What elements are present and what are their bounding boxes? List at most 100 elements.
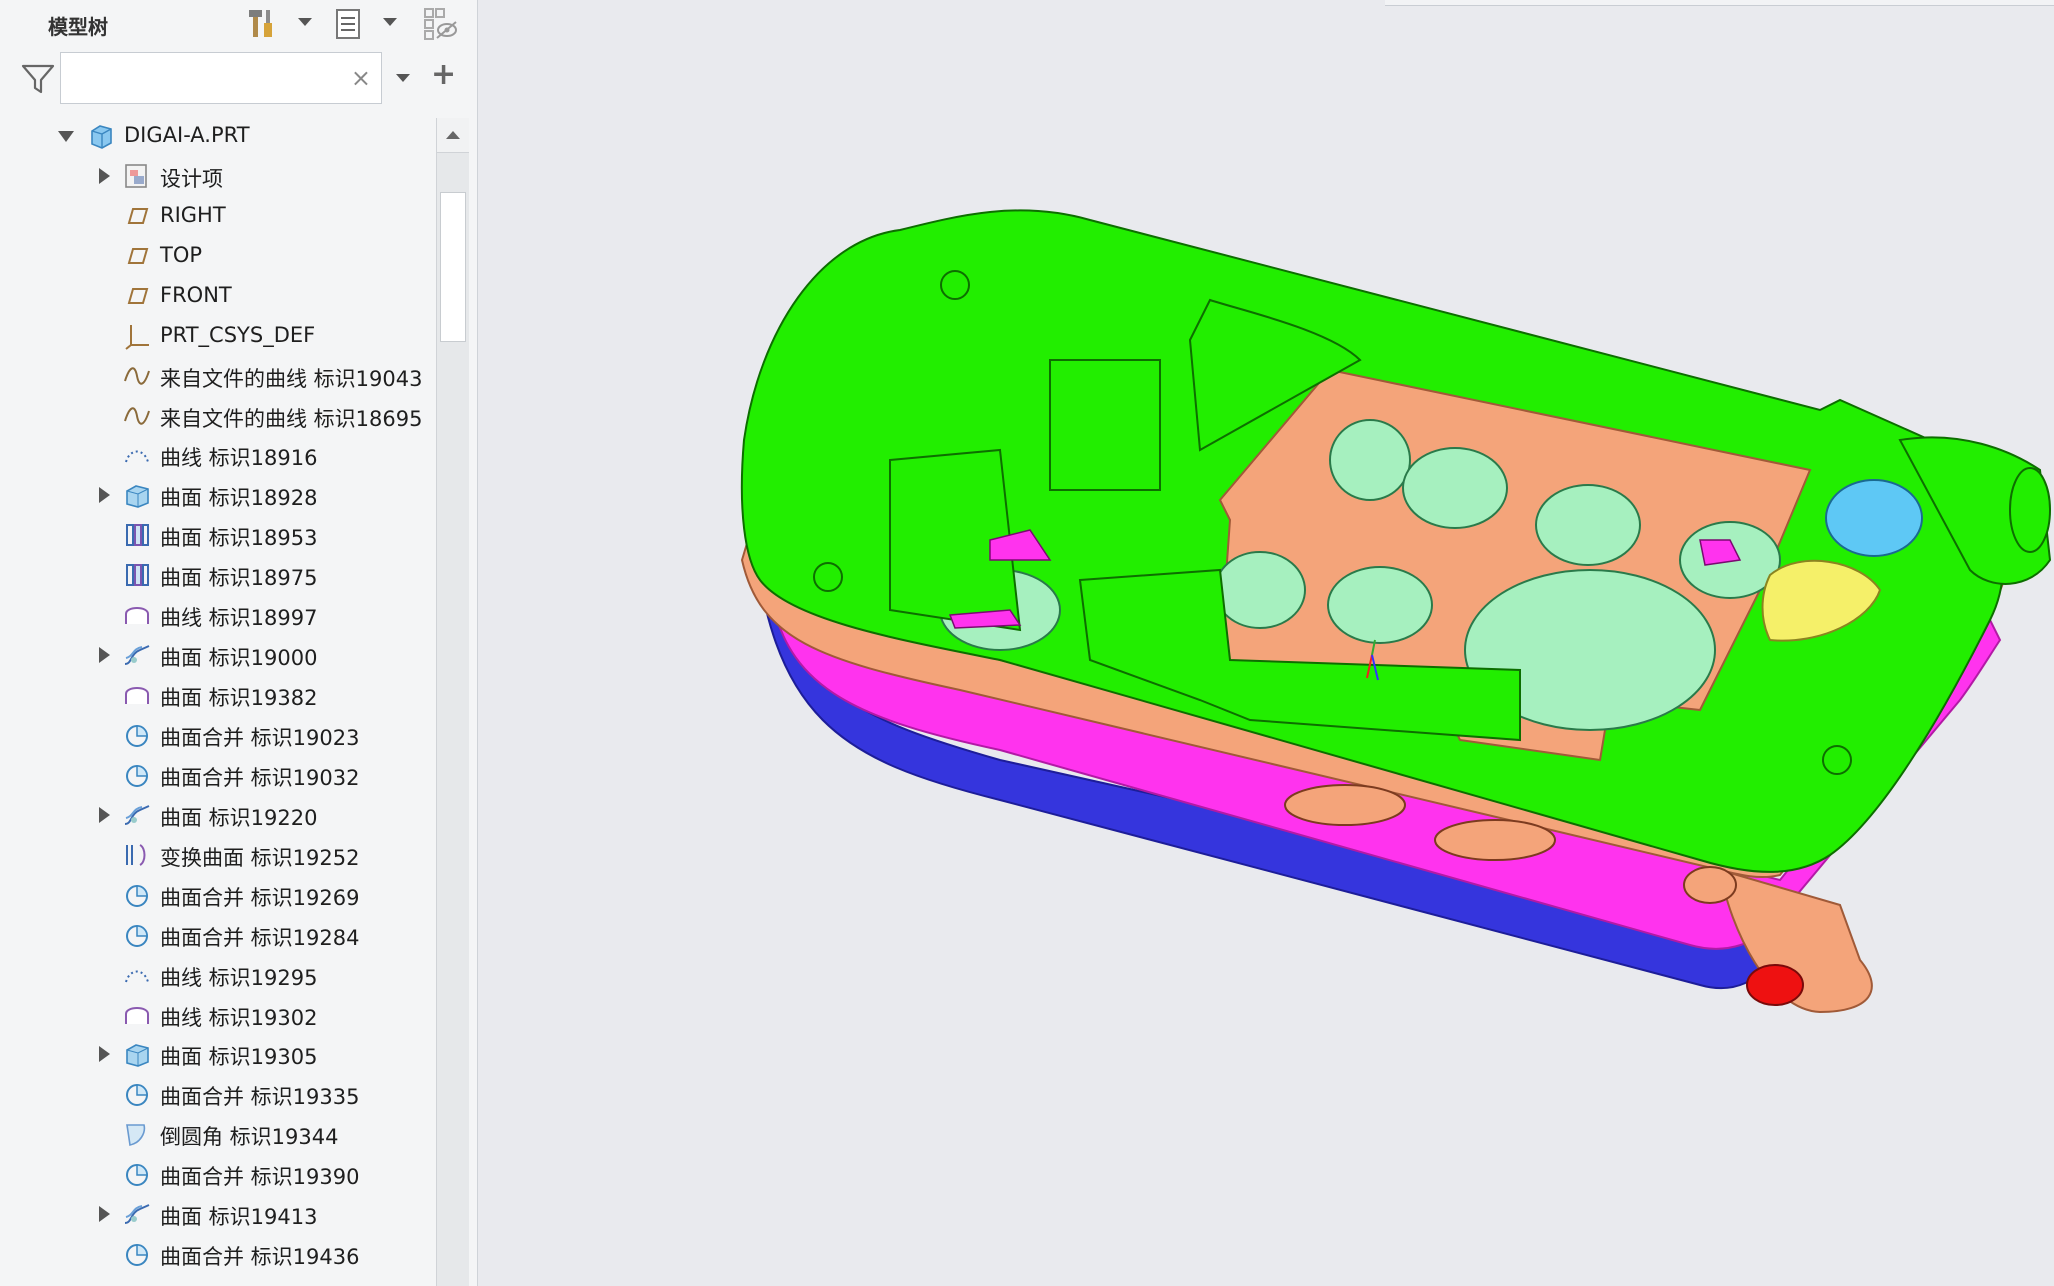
surface-merge-icon	[122, 760, 152, 790]
datum-plane-icon	[122, 201, 152, 231]
tree-item-label: 曲面 标识19220	[160, 805, 318, 830]
mint-pad-3	[1535, 484, 1641, 566]
expand-arrow-icon[interactable]	[99, 647, 110, 664]
curve-intersect-icon	[122, 600, 152, 630]
settings-tools-icon[interactable]	[242, 4, 282, 44]
mint-pad-1	[1329, 419, 1411, 501]
coordinate-system-icon	[122, 321, 152, 351]
tree-item[interactable]: PRT_CSYS_DEF	[0, 318, 436, 354]
expand-arrow-icon[interactable]	[99, 487, 110, 504]
tree-item[interactable]: 设计项	[0, 158, 436, 194]
expand-arrow-icon[interactable]	[99, 167, 110, 184]
mint-pad-2	[1402, 447, 1508, 529]
add-column-button[interactable]: +	[431, 60, 456, 90]
tree-item[interactable]: 曲线 标识19302	[0, 997, 436, 1033]
phone-housing-model[interactable]	[479, 0, 2054, 1286]
settings-dropdown-icon[interactable]	[298, 18, 312, 26]
tree-item-label: 曲面 标识19413	[160, 1205, 318, 1230]
surface-boundary-icon	[122, 520, 152, 550]
tree-item[interactable]: 曲面合并 标识19032	[0, 757, 436, 793]
tree-item[interactable]: 曲面合并 标识19284	[0, 917, 436, 953]
tree-item[interactable]: 曲面 标识19220	[0, 797, 436, 833]
tree-item[interactable]: 来自文件的曲线 标识19043	[0, 358, 436, 394]
tree-item[interactable]: TOP	[0, 238, 436, 274]
surface-sweep-icon	[122, 640, 152, 670]
surface-merge-icon	[122, 1239, 152, 1269]
search-input[interactable]	[67, 59, 341, 99]
scroll-up-button[interactable]	[437, 118, 469, 153]
tree-item[interactable]: 曲面 标识19413	[0, 1196, 436, 1232]
tree-item-label: 曲面合并 标识19390	[160, 1165, 360, 1190]
curve-dotted-icon	[122, 440, 152, 470]
tree-item-label: 曲线 标识19295	[160, 965, 318, 990]
tree-root-label: DIGAI-A.PRT	[124, 123, 250, 147]
model-tree-panel: 模型树 × + DIGAI-A.PRT 设计项 RIGHT TOP FRONT …	[0, 0, 478, 1286]
search-options-dropdown-icon[interactable]	[396, 74, 410, 82]
tree-item[interactable]: 曲面 标识18953	[0, 517, 436, 553]
filter-icon[interactable]	[20, 62, 56, 96]
graphics-viewport[interactable]	[479, 0, 2054, 1286]
tree-item-label: 曲面 标识18975	[160, 566, 318, 591]
collapse-arrow-icon[interactable]	[58, 131, 74, 142]
curve-from-file-icon	[122, 401, 152, 431]
expand-arrow-icon[interactable]	[99, 1206, 110, 1223]
surface-merge-icon	[122, 920, 152, 950]
clear-search-icon[interactable]: ×	[351, 65, 371, 91]
expand-arrow-icon[interactable]	[99, 1046, 110, 1063]
tree-item-label: 曲线 标识18997	[160, 606, 318, 631]
tree-item-label: PRT_CSYS_DEF	[160, 322, 316, 347]
tree-item[interactable]: 曲面合并 标识19023	[0, 717, 436, 753]
model-tree-title: 模型树	[48, 15, 108, 39]
tree-item[interactable]: 曲面合并 标识19390	[0, 1156, 436, 1192]
tree-item[interactable]: 曲面 标识18928	[0, 477, 436, 513]
tree-item[interactable]: 曲线 标识18916	[0, 437, 436, 473]
tree-item[interactable]: 曲面合并 标识19335	[0, 1076, 436, 1112]
surface-merge-icon	[122, 1159, 152, 1189]
tree-item-label: 曲面 标识19382	[160, 686, 318, 711]
surface-merge-icon	[122, 1079, 152, 1109]
tree-item[interactable]: 曲线 标识18997	[0, 597, 436, 633]
show-list-icon[interactable]	[328, 4, 368, 44]
tree-item[interactable]: 变换曲面 标识19252	[0, 837, 436, 873]
red-button	[1746, 964, 1804, 1006]
datum-plane-icon	[122, 281, 152, 311]
surface-sweep-icon	[122, 800, 152, 830]
tree-item-label: 曲线 标识19302	[160, 1005, 318, 1030]
tree-item-label: 曲面合并 标识19436	[160, 1245, 360, 1270]
part-icon	[86, 121, 116, 151]
tree-item[interactable]: RIGHT	[0, 198, 436, 234]
datum-plane-icon	[122, 241, 152, 271]
tree-root-row[interactable]: DIGAI-A.PRT	[0, 118, 436, 154]
tree-item-label: 曲面 标识19000	[160, 646, 318, 671]
curve-dotted-icon	[122, 960, 152, 990]
round-icon	[122, 1119, 152, 1149]
tree-item[interactable]: 曲面 标识19382	[0, 677, 436, 713]
expand-arrow-icon[interactable]	[99, 806, 110, 823]
tree-item-label: 曲面合并 标识19032	[160, 765, 360, 790]
design-items-icon	[122, 161, 152, 191]
search-box[interactable]: ×	[60, 52, 382, 104]
tree-item-label: 曲面合并 标识19284	[160, 925, 360, 950]
tree-item[interactable]: 曲面 标识19000	[0, 637, 436, 673]
tree-scrollbar[interactable]	[436, 118, 469, 1286]
tree-item[interactable]: 曲线 标识19295	[0, 957, 436, 993]
curve-intersect-icon	[122, 1000, 152, 1030]
tree-item[interactable]: 曲面 标识19305	[0, 1036, 436, 1072]
tree-item[interactable]: 曲面合并 标识19436	[0, 1236, 436, 1272]
tree-item-label: 设计项	[160, 166, 223, 191]
cyan-circle	[1825, 479, 1923, 557]
side-button-1	[1284, 784, 1406, 826]
tree-item[interactable]: 曲面合并 标识19269	[0, 877, 436, 913]
curve-intersect-icon	[122, 680, 152, 710]
tree-item[interactable]: FRONT	[0, 278, 436, 314]
surface-boundary-icon	[122, 560, 152, 590]
tree-item-label: 曲面合并 标识19023	[160, 725, 360, 750]
tree-item[interactable]: 曲面 标识18975	[0, 557, 436, 593]
tree-item-label: FRONT	[160, 282, 232, 307]
scroll-thumb[interactable]	[440, 192, 466, 342]
model-tree: DIGAI-A.PRT 设计项 RIGHT TOP FRONT PRT_CSYS_DEF 来…	[0, 118, 436, 1286]
tree-filter-visibility-icon[interactable]	[420, 4, 460, 44]
show-dropdown-icon[interactable]	[383, 18, 397, 26]
tree-item[interactable]: 倒圆角 标识19344	[0, 1116, 436, 1152]
tree-item[interactable]: 来自文件的曲线 标识18695	[0, 398, 436, 434]
